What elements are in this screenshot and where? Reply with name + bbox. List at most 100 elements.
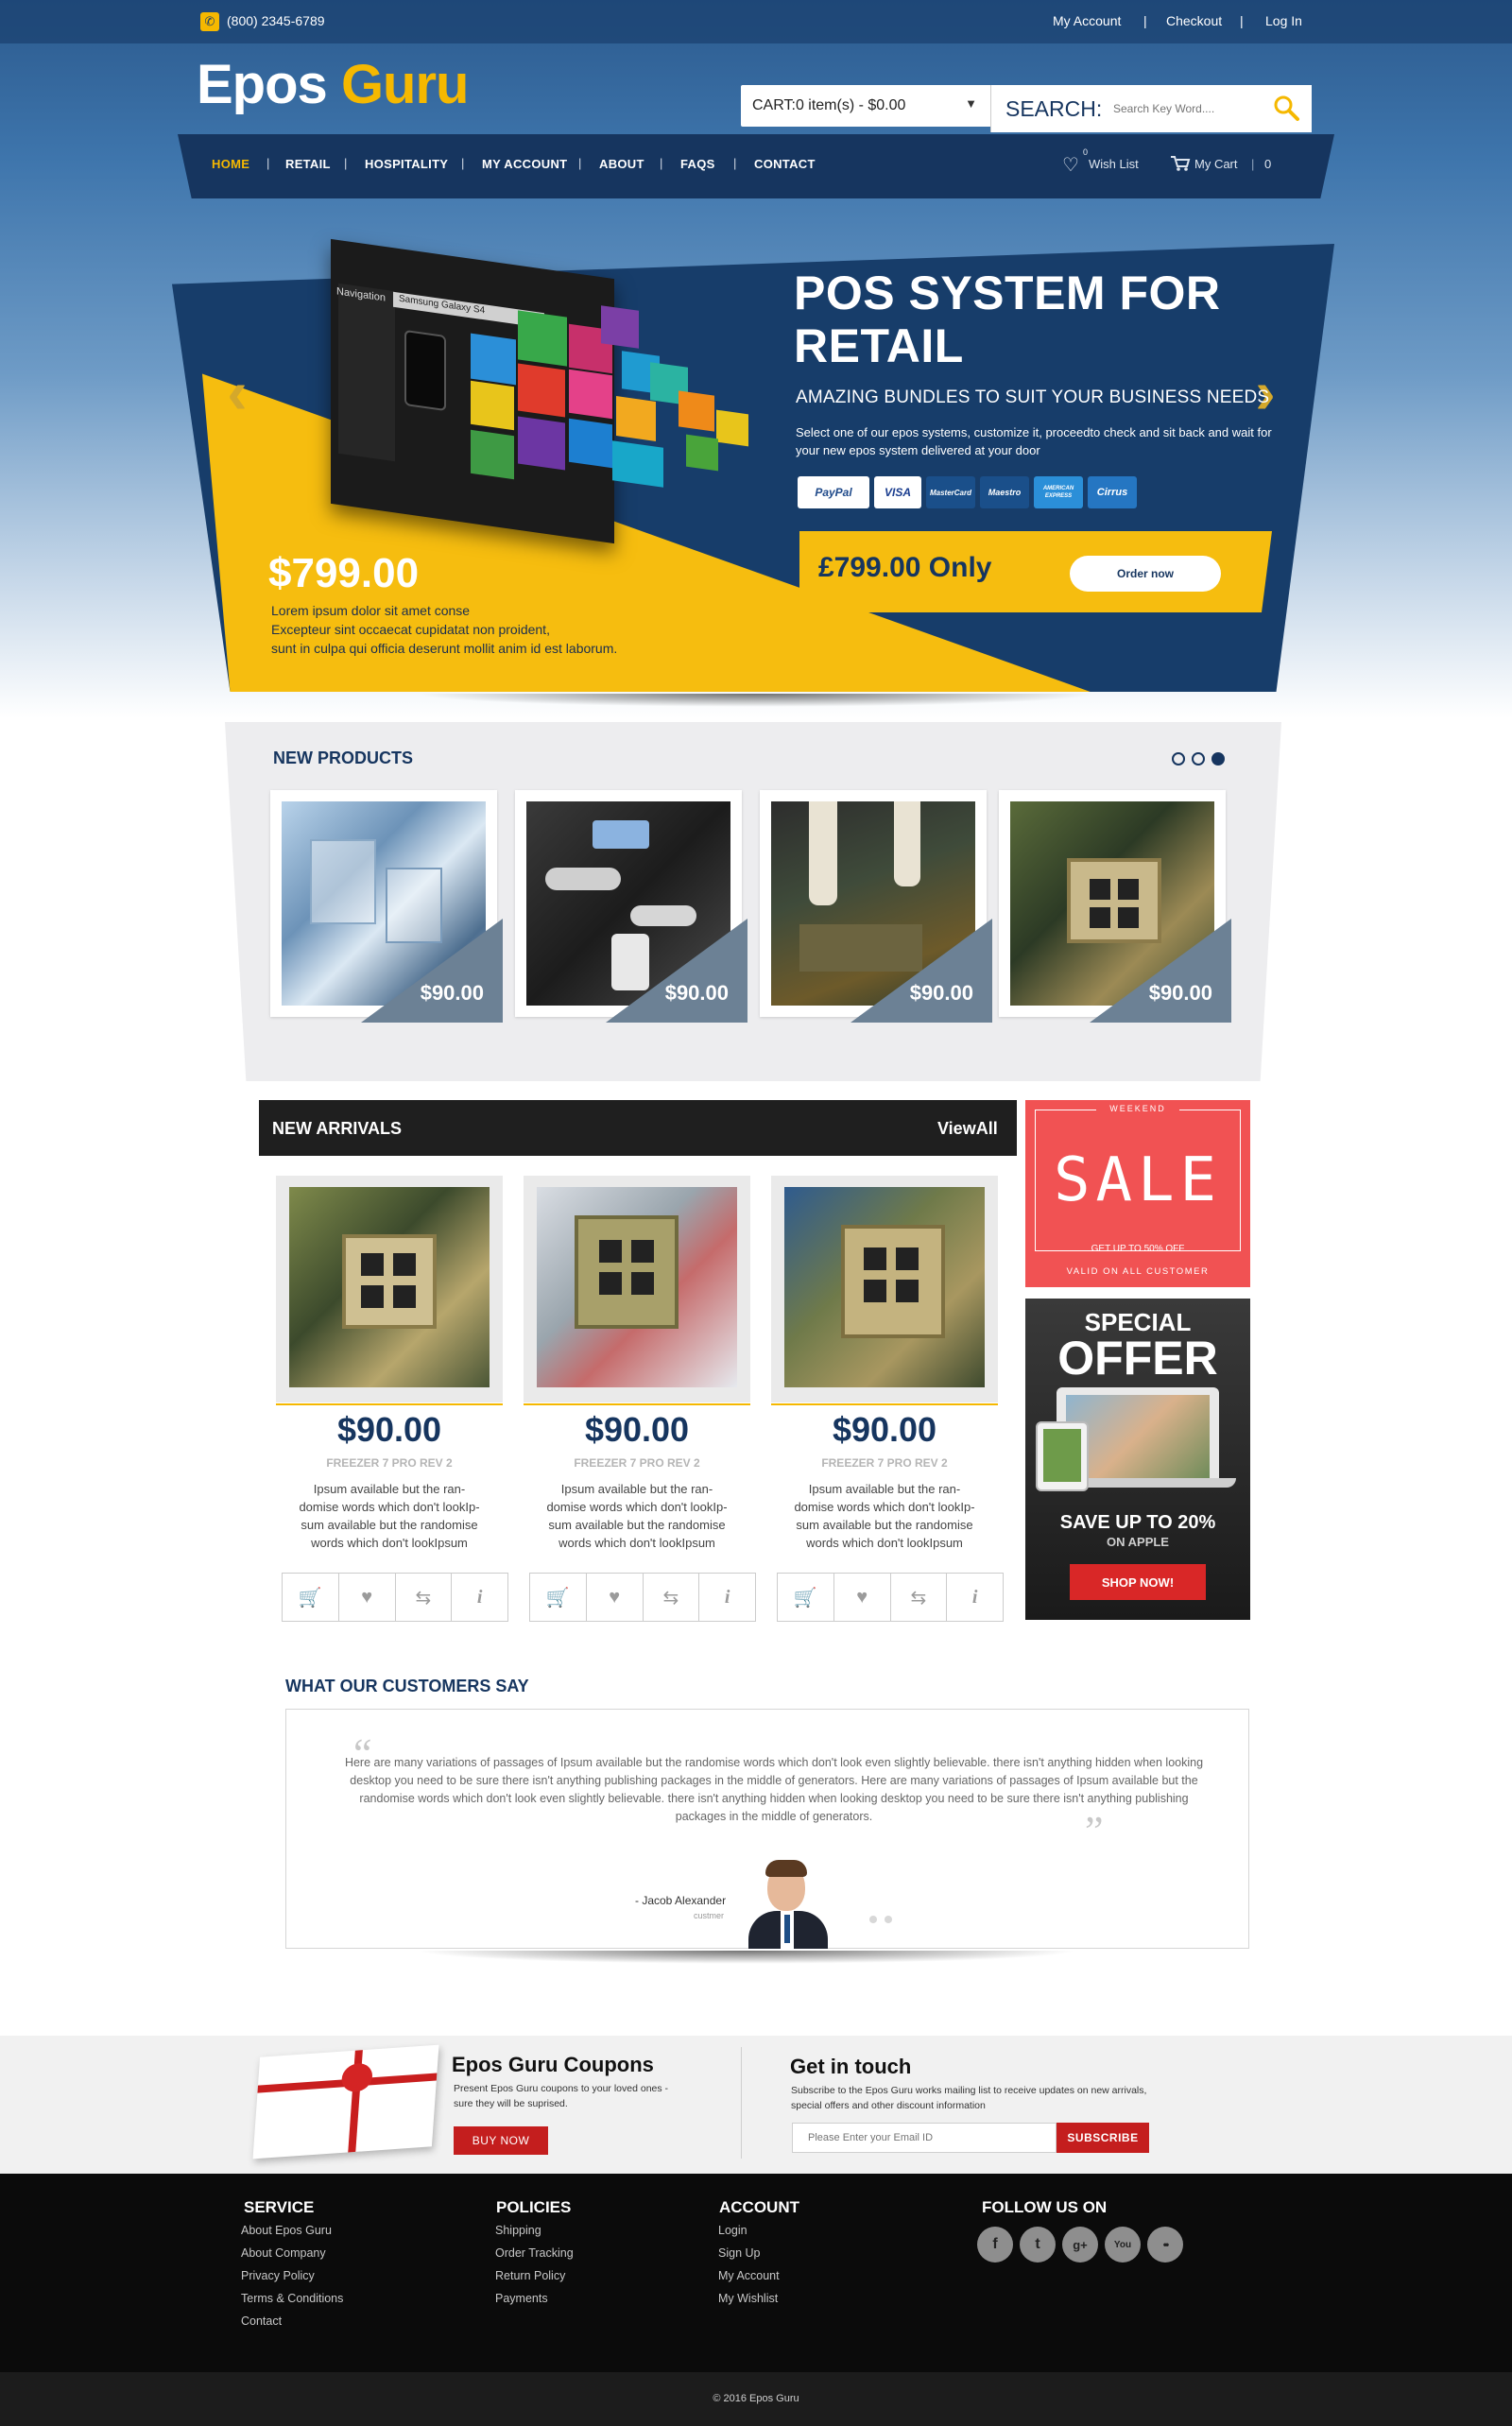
footer-link[interactable]: My Wishlist <box>718 2287 780 2310</box>
add-to-cart-icon[interactable]: 🛒 <box>283 1574 339 1621</box>
testimonial-role: custmer <box>694 1911 725 1920</box>
footer-link[interactable]: About Company <box>241 2242 343 2264</box>
phone-number: (800) 2345-6789 <box>227 13 325 28</box>
order-now-button[interactable]: Order now <box>1070 556 1221 592</box>
footer-link[interactable]: My Account <box>718 2264 780 2287</box>
my-cart-label: My Cart <box>1194 157 1238 171</box>
nav-faqs[interactable]: FAQS <box>680 157 715 171</box>
cart-dropdown[interactable]: CART:0 item(s) - $0.00 ▼ <box>741 85 990 127</box>
hero-price-line: Lorem ipsum dolor sit amet conse <box>271 603 471 618</box>
arrival-image-box <box>771 1176 998 1402</box>
offer-save: SAVE UP TO 20% <box>1059 1512 1216 1533</box>
hero-price: $799.00 <box>268 550 420 596</box>
nav-home[interactable]: HOME <box>212 157 249 171</box>
footer-policies-links: Shipping Order Tracking Return Policy Pa… <box>495 2219 574 2310</box>
arrival-description: Ipsum available but the ran- domise word… <box>794 1482 975 1550</box>
wishlist-heart-icon[interactable]: ♥ <box>339 1574 396 1621</box>
nav-separator: | <box>266 156 270 170</box>
site-logo[interactable]: Epos Guru <box>197 53 469 116</box>
buy-now-button[interactable]: BUY NOW <box>454 2126 548 2155</box>
arrival-price: $90.00 <box>336 1410 442 1449</box>
info-icon[interactable]: i <box>699 1574 755 1621</box>
laptop-illustration <box>1036 1384 1236 1497</box>
product-card[interactable]: $90.00 <box>270 790 503 1023</box>
product-price: $90.00 <box>664 981 729 1005</box>
product-card[interactable]: $90.00 <box>760 790 992 1023</box>
nav-retail[interactable]: RETAIL <box>285 157 331 171</box>
search-button[interactable] <box>1270 93 1302 125</box>
divider <box>524 1403 750 1405</box>
slider-prev-arrow[interactable]: ‹ <box>215 358 259 426</box>
info-icon[interactable]: i <box>452 1574 507 1621</box>
view-all-link[interactable]: ViewAll <box>937 1119 998 1139</box>
email-input[interactable] <box>792 2123 1057 2153</box>
add-to-cart-icon[interactable]: 🛒 <box>530 1574 587 1621</box>
add-to-cart-icon[interactable]: 🛒 <box>778 1574 834 1621</box>
product-price: $90.00 <box>909 981 973 1005</box>
footer-link[interactable]: Payments <box>495 2287 574 2310</box>
sale-weekend: WEEKEND <box>1096 1104 1179 1113</box>
nav-contact[interactable]: CONTACT <box>754 157 816 171</box>
youtube-icon[interactable]: You <box>1105 2227 1141 2263</box>
info-icon[interactable]: i <box>947 1574 1003 1621</box>
product-price: $90.00 <box>420 981 484 1005</box>
carousel-dot[interactable] <box>1192 752 1205 766</box>
wishlist-heart-icon[interactable]: ♥ <box>834 1574 891 1621</box>
facebook-icon[interactable]: f <box>977 2227 1013 2263</box>
twitter-icon[interactable]: t <box>1020 2227 1056 2263</box>
copyright: © 2016 Epos Guru <box>713 2393 799 2404</box>
footer-link[interactable]: Privacy Policy <box>241 2264 343 2287</box>
hero-shadow <box>416 694 1096 707</box>
wishlist-link[interactable]: ♡ 0 Wish List <box>1062 147 1160 176</box>
footer-link[interactable]: Login <box>718 2219 780 2242</box>
product-card[interactable]: $90.00 <box>515 790 747 1023</box>
product-card[interactable]: $90.00 <box>999 790 1231 1023</box>
wishlist-heart-icon[interactable]: ♥ <box>587 1574 644 1621</box>
search-input[interactable] <box>1104 89 1274 129</box>
nav-separator: | <box>461 156 465 170</box>
arrival-image-box <box>524 1176 750 1402</box>
testimonial-dot[interactable] <box>885 1916 892 1923</box>
google-plus-icon[interactable]: g+ <box>1062 2227 1098 2263</box>
compare-icon[interactable]: ⇆ <box>644 1574 700 1621</box>
footer-link[interactable]: Shipping <box>495 2219 574 2242</box>
nav-separator: | <box>1251 157 1255 171</box>
hero-subtitle: AMAZING BUNDLES TO SUIT YOUR BUSINESS NE… <box>796 387 1270 407</box>
my-cart-count: 0 <box>1264 157 1272 171</box>
checkout-link[interactable]: Checkout <box>1166 13 1222 28</box>
carousel-dot[interactable] <box>1172 752 1185 766</box>
hero-description: Select one of our epos systems, customiz… <box>796 425 1272 457</box>
carousel-dot-active[interactable] <box>1211 752 1225 766</box>
footer-account-links: Login Sign Up My Account My Wishlist <box>718 2219 780 2310</box>
compare-icon[interactable]: ⇆ <box>396 1574 453 1621</box>
testimonial-author: - Jacob Alexander <box>635 1894 727 1907</box>
footer-link[interactable]: Order Tracking <box>495 2242 574 2264</box>
testimonial-dot[interactable] <box>869 1916 877 1923</box>
flickr-icon[interactable]: •• <box>1147 2227 1183 2263</box>
footer-link[interactable]: Sign Up <box>718 2242 780 2264</box>
amex-logo: AMERICAN EXPRESS <box>1034 476 1083 508</box>
shop-now-button[interactable]: SHOP NOW! <box>1070 1564 1206 1600</box>
nav-hospitality[interactable]: HOSPITALITY <box>365 157 448 171</box>
my-cart-link[interactable]: My Cart | 0 <box>1170 151 1276 176</box>
coupons-title: Epos Guru Coupons <box>452 2053 654 2076</box>
nav-my-account[interactable]: MY ACCOUNT <box>482 157 567 171</box>
footer-policies-title: POLICIES <box>496 2198 572 2216</box>
footer-link[interactable]: About Epos Guru <box>241 2219 343 2242</box>
nav-about[interactable]: ABOUT <box>599 157 644 171</box>
band-divider <box>741 2047 742 2159</box>
compare-icon[interactable]: ⇆ <box>891 1574 948 1621</box>
divider <box>276 1403 503 1405</box>
hero-price-text: Lorem ipsum dolor sit amet conse Excepte… <box>271 601 668 658</box>
footer-service-title: SERVICE <box>244 2198 315 2216</box>
footer-link[interactable]: Contact <box>241 2310 343 2332</box>
footer-follow-title: FOLLOW US ON <box>982 2198 1108 2216</box>
offer-price: £799.00 Only <box>818 552 992 583</box>
subscribe-button[interactable]: SUBSCRIBE <box>1057 2123 1149 2153</box>
footer-link[interactable]: Return Policy <box>495 2264 574 2287</box>
login-link[interactable]: Log In <box>1265 13 1302 28</box>
arrival-actions: 🛒 ♥ ⇆ i <box>282 1573 508 1622</box>
my-account-link[interactable]: My Account <box>1053 13 1121 28</box>
footer-link[interactable]: Terms & Conditions <box>241 2287 343 2310</box>
newsletter-title: Get in touch <box>790 2055 912 2078</box>
